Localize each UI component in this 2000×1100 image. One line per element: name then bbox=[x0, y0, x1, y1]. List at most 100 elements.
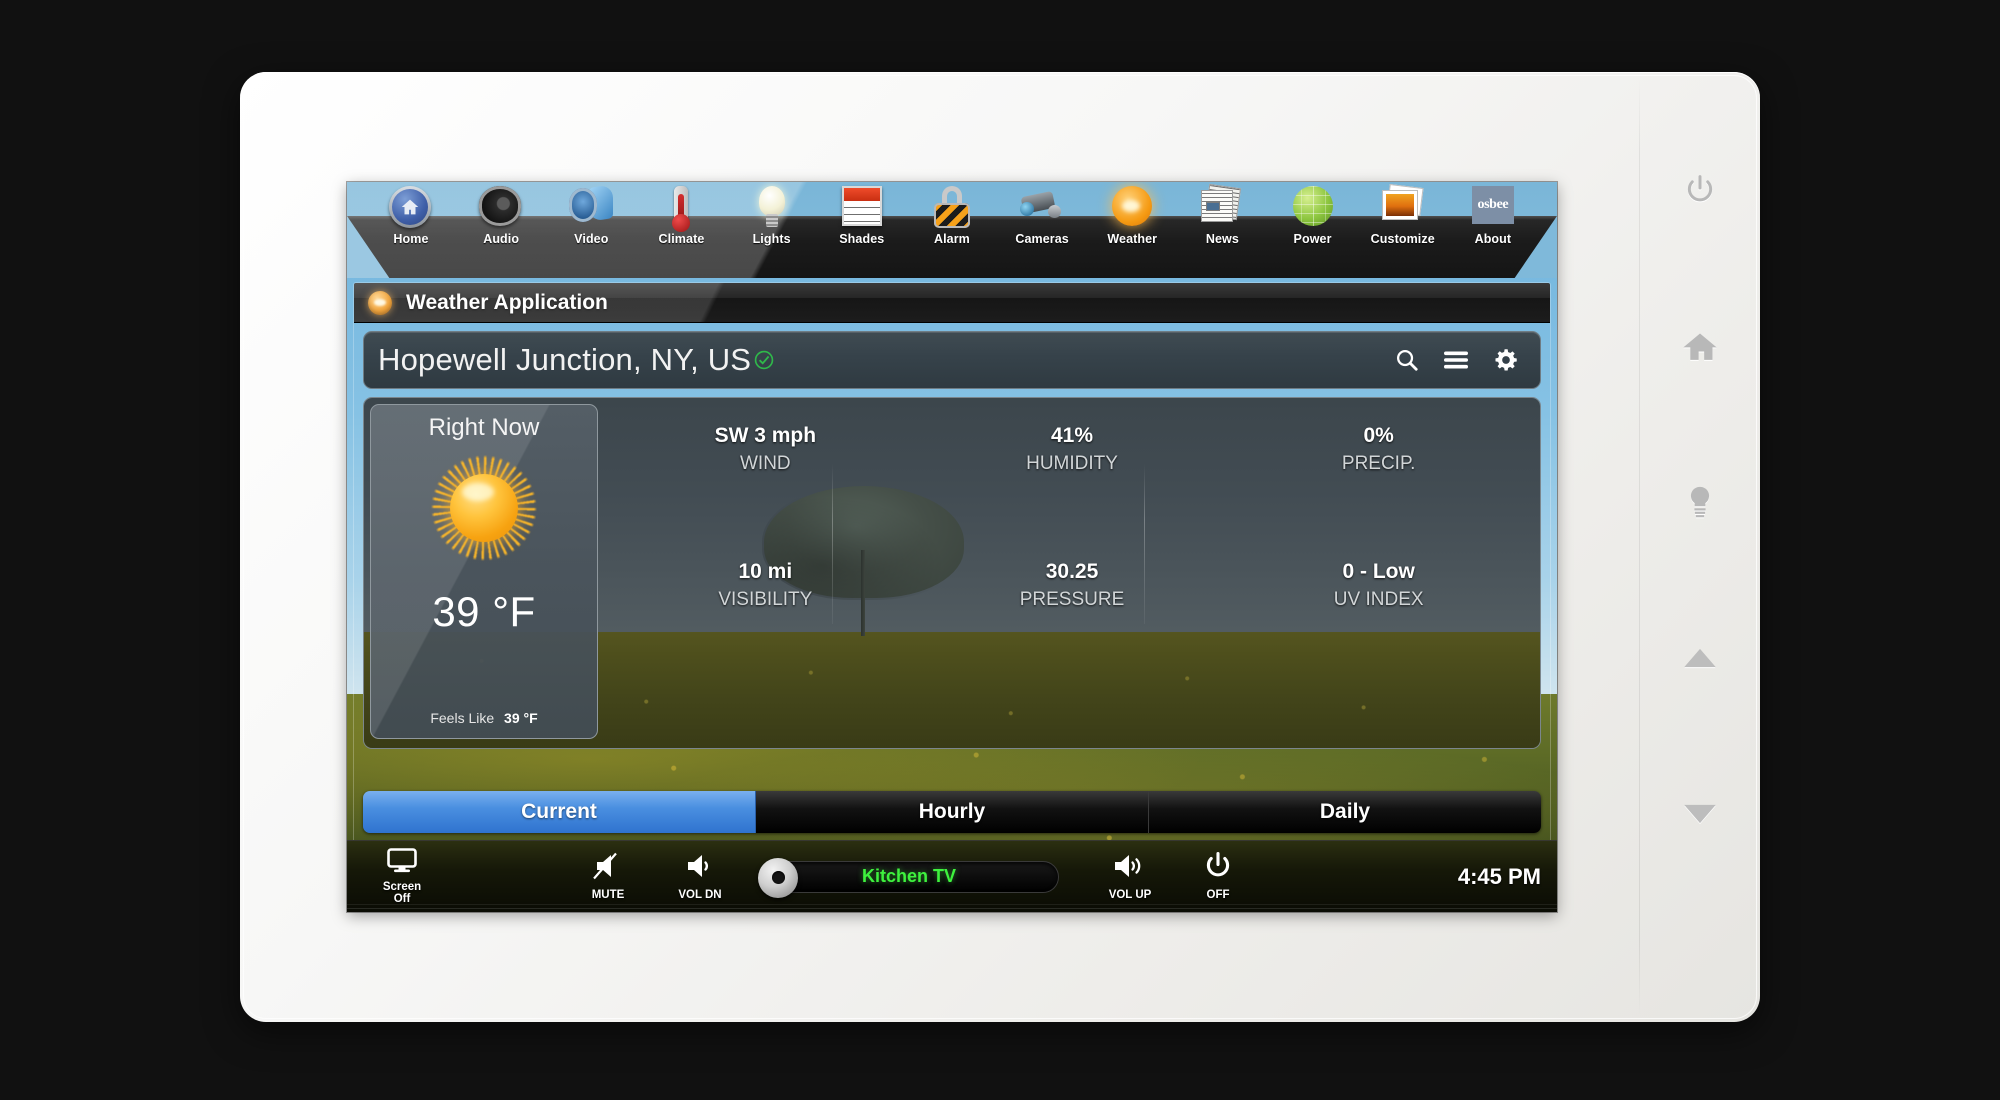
stat-humidity: 41% HUMIDITY bbox=[919, 424, 1226, 475]
nav-label: Cameras bbox=[1015, 232, 1069, 246]
nav-item-video[interactable]: Video bbox=[553, 183, 629, 246]
source-slider[interactable]: Kitchen TV bbox=[758, 857, 1059, 898]
nav-item-home[interactable]: Home bbox=[373, 186, 449, 246]
search-icon[interactable] bbox=[1394, 347, 1420, 373]
weather-application-window: Weather Application Hopewell Junction, N… bbox=[353, 282, 1551, 852]
hw-down-button[interactable] bbox=[1672, 786, 1728, 842]
monitor-icon bbox=[387, 848, 417, 878]
thermometer-icon bbox=[659, 186, 703, 232]
screen-off-label: Screen Off bbox=[383, 881, 421, 905]
nav-item-alarm[interactable]: Alarm bbox=[914, 186, 990, 246]
hardware-button-column bbox=[1640, 162, 1760, 842]
power-off-button[interactable]: OFF bbox=[1185, 851, 1251, 901]
nav-item-shades[interactable]: Shades bbox=[824, 186, 900, 246]
globe-icon bbox=[1291, 186, 1335, 230]
down-arrow-icon bbox=[1684, 804, 1716, 824]
stat-value: 0 - Low bbox=[1342, 560, 1415, 583]
nav-label: Climate bbox=[658, 232, 705, 246]
forecast-tabs: Current Hourly Daily bbox=[363, 791, 1541, 833]
green-check-circle-icon bbox=[753, 349, 775, 371]
system-dock: Screen Off MUTE VOL DN Kitchen TV VOL UP… bbox=[347, 840, 1557, 912]
nav-item-cameras[interactable]: Cameras bbox=[1004, 186, 1080, 246]
lightbulb-icon bbox=[1690, 486, 1710, 518]
nav-label: Shades bbox=[839, 232, 885, 246]
nav-label: Audio bbox=[483, 232, 520, 246]
current-conditions-card: Right Now 39 °F Feels Like 39 °F SW 3 mp… bbox=[363, 397, 1541, 749]
nav-item-news[interactable]: News bbox=[1184, 183, 1260, 246]
volume-down-button[interactable]: VOL DN bbox=[667, 851, 733, 901]
feels-like: Feels Like 39 °F bbox=[371, 710, 597, 726]
feels-like-value: 39 °F bbox=[504, 710, 538, 726]
up-arrow-icon bbox=[1684, 648, 1716, 668]
tab-daily[interactable]: Daily bbox=[1149, 791, 1541, 833]
right-now-title: Right Now bbox=[428, 414, 540, 441]
nav-label: Power bbox=[1293, 232, 1332, 246]
stat-label: PRESSURE bbox=[1019, 589, 1125, 610]
nav-item-power[interactable]: Power bbox=[1275, 186, 1351, 246]
power-icon bbox=[1203, 851, 1233, 886]
stat-value: 0% bbox=[1363, 424, 1394, 447]
volume-up-icon bbox=[1111, 851, 1149, 886]
right-now-panel: Right Now 39 °F Feels Like 39 °F bbox=[370, 404, 598, 739]
stat-value: 30.25 bbox=[1045, 560, 1099, 583]
stat-wind: SW 3 mph WIND bbox=[612, 424, 919, 475]
video-reel-icon bbox=[569, 183, 614, 230]
off-label: OFF bbox=[1206, 889, 1230, 902]
stat-value: 41% bbox=[1050, 424, 1094, 447]
nav-item-climate[interactable]: Climate bbox=[643, 186, 719, 246]
gear-icon[interactable] bbox=[1492, 346, 1520, 374]
location-text: Hopewell Junction, NY, US bbox=[378, 342, 752, 377]
hw-lights-button[interactable] bbox=[1672, 474, 1728, 530]
screen-off-line2: Off bbox=[393, 893, 411, 905]
nav-items: Home Audio Video Climate Lights Shades A… bbox=[347, 183, 1557, 278]
stat-label: VISIBILITY bbox=[718, 589, 813, 610]
mute-button[interactable]: MUTE bbox=[575, 851, 641, 901]
power-icon bbox=[1687, 175, 1713, 202]
nav-label: Video bbox=[574, 232, 609, 246]
stat-value: SW 3 mph bbox=[714, 424, 817, 447]
security-camera-icon bbox=[1020, 186, 1064, 230]
volume-up-button[interactable]: VOL UP bbox=[1097, 851, 1163, 901]
nav-label: News bbox=[1205, 232, 1239, 246]
photos-icon bbox=[1381, 184, 1425, 230]
home-icon bbox=[389, 186, 433, 230]
slider-knob[interactable] bbox=[758, 857, 798, 898]
slider-label: Kitchen TV bbox=[861, 866, 956, 886]
hw-power-button[interactable] bbox=[1672, 162, 1728, 218]
newspaper-icon bbox=[1200, 183, 1244, 230]
nav-item-audio[interactable]: Audio bbox=[463, 186, 539, 246]
page-title: Weather Application bbox=[406, 290, 608, 314]
screen-off-line1: Screen bbox=[382, 880, 422, 893]
sun-icon bbox=[368, 290, 392, 315]
nav-item-lights[interactable]: Lights bbox=[734, 186, 810, 246]
tab-current[interactable]: Current bbox=[363, 791, 756, 833]
nav-item-weather[interactable]: Weather bbox=[1094, 186, 1170, 246]
volume-down-icon bbox=[683, 851, 717, 886]
vol-up-label: VOL UP bbox=[1108, 889, 1152, 902]
hamburger-menu-icon[interactable] bbox=[1442, 348, 1470, 372]
screen-off-button[interactable]: Screen Off bbox=[369, 848, 435, 905]
speaker-icon bbox=[479, 186, 523, 230]
tab-hourly[interactable]: Hourly bbox=[756, 791, 1149, 833]
padlock-icon bbox=[930, 186, 974, 230]
hw-home-button[interactable] bbox=[1672, 318, 1728, 374]
stat-label: PRECIP. bbox=[1341, 453, 1416, 474]
stat-pressure: 30.25 PRESSURE bbox=[919, 560, 1226, 611]
nav-label: About bbox=[1474, 232, 1512, 246]
stat-value: 10 mi bbox=[738, 560, 793, 583]
mute-label: MUTE bbox=[591, 889, 625, 902]
nav-label: Lights bbox=[752, 232, 791, 246]
hw-up-button[interactable] bbox=[1672, 630, 1728, 686]
location-value-wrap: Hopewell Junction, NY, US bbox=[378, 342, 1394, 378]
nav-item-customize[interactable]: Customize bbox=[1365, 184, 1441, 246]
search-bar-actions bbox=[1394, 346, 1526, 374]
lightbulb-icon bbox=[750, 186, 794, 230]
stat-visibility: 10 mi VISIBILITY bbox=[612, 560, 919, 611]
home-icon bbox=[1683, 333, 1717, 360]
nav-item-about[interactable]: osbee About bbox=[1455, 186, 1531, 246]
stat-uv-index: 0 - Low UV INDEX bbox=[1225, 560, 1532, 611]
location-search-bar[interactable]: Hopewell Junction, NY, US bbox=[363, 331, 1541, 389]
app-body: Hopewell Junction, NY, US Right Now 39 °… bbox=[354, 323, 1550, 851]
osbee-logo-icon: osbee bbox=[1471, 186, 1515, 230]
nav-label: Home bbox=[393, 232, 429, 246]
